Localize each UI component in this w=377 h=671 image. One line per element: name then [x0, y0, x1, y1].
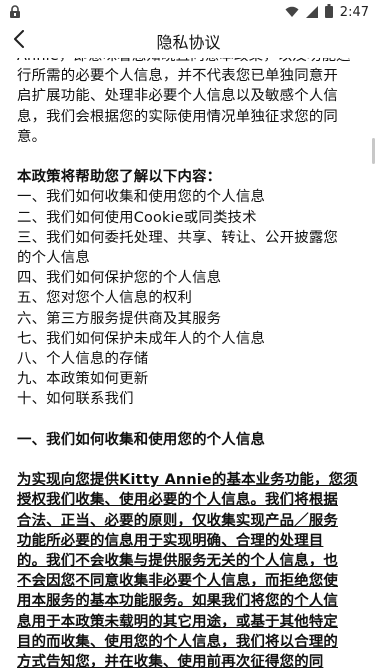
toc-item: 九、本政策如何更新: [17, 371, 149, 388]
toc-item: 七、我们如何保护未成年人的个人信息: [17, 330, 266, 347]
intro-line: 意。: [17, 128, 47, 145]
toc-item: 六、第三方服务提供商及其服务: [17, 310, 222, 327]
section-line: 用本服务的基本功能服务。如果我们将您的个人信: [17, 593, 338, 610]
section-line: 不会因您不同意收集非必要个人信息，而拒绝您使: [17, 573, 338, 590]
section-heading: 一、我们如何收集和使用您的个人信息: [17, 431, 266, 448]
section-line: 目的而收集、使用您的个人信息，我们将以合理的: [17, 633, 338, 650]
intro-line: 启扩展功能、处理非必要个人信息以及敏感个人信: [17, 88, 338, 105]
section-line: 的。我们不会收集与提供服务无关的个人信息，也: [17, 553, 338, 570]
toc-item: 八、个人信息的存储: [17, 351, 149, 368]
status-time: 2:47: [339, 5, 369, 20]
privacy-policy-content[interactable]: Annie，即意味着您知晓且同意本政策，以及功能运 行所需的必要个人信息，并不代…: [0, 58, 377, 671]
toc-item: 四、我们如何保护您的个人信息: [17, 270, 222, 287]
section-line: 合法、正当、必要的原则，仅收集实现产品／服务: [17, 512, 338, 529]
toc-item: 一、我们如何收集和使用您的个人信息: [17, 189, 266, 206]
signal-icon: [305, 3, 318, 22]
page-title: 隐私协议: [156, 33, 221, 52]
intro-line: Annie，即意味着您知晓且同意本政策，以及功能运: [17, 58, 363, 66]
lock-icon: [9, 4, 21, 18]
battery-icon: [324, 3, 333, 22]
section-line: 方式告知您，并在收集、使用前再次征得您的同: [17, 654, 324, 671]
toc-heading: 本政策将帮助您了解以下内容：: [17, 169, 222, 186]
app-bar: 隐私协议: [0, 23, 377, 58]
section-line: 授权我们收集、使用必要的个人信息。我们将根据: [17, 492, 338, 509]
intro-line: 行所需的必要个人信息，并不代表您已单独同意开: [17, 68, 338, 85]
section-line: 为实现向您提供Kitty Annie的基本业务功能，您须: [17, 472, 358, 489]
section-line: 功能所必要的信息用于实现明确、合理的处理目: [17, 532, 324, 549]
toc-item: 的个人信息: [17, 250, 90, 267]
toc-item: 三、我们如何委托处理、共享、转让、公开披露您: [17, 229, 338, 246]
intro-line: 息，我们会根据您的实际使用情况单独征求您的同: [17, 108, 338, 125]
section-line: 息用于本政策未载明的其它用途，或基于其他特定: [17, 613, 338, 630]
wifi-icon: [285, 3, 299, 22]
toc-item: 五、您对您个人信息的权利: [17, 290, 193, 307]
status-bar: 2:47: [0, 0, 377, 23]
toc-item: 十、如何联系我们: [17, 391, 134, 408]
toc-item: 二、我们如何使用Cookie或同类技术: [17, 209, 257, 226]
scrollbar[interactable]: [372, 138, 375, 164]
